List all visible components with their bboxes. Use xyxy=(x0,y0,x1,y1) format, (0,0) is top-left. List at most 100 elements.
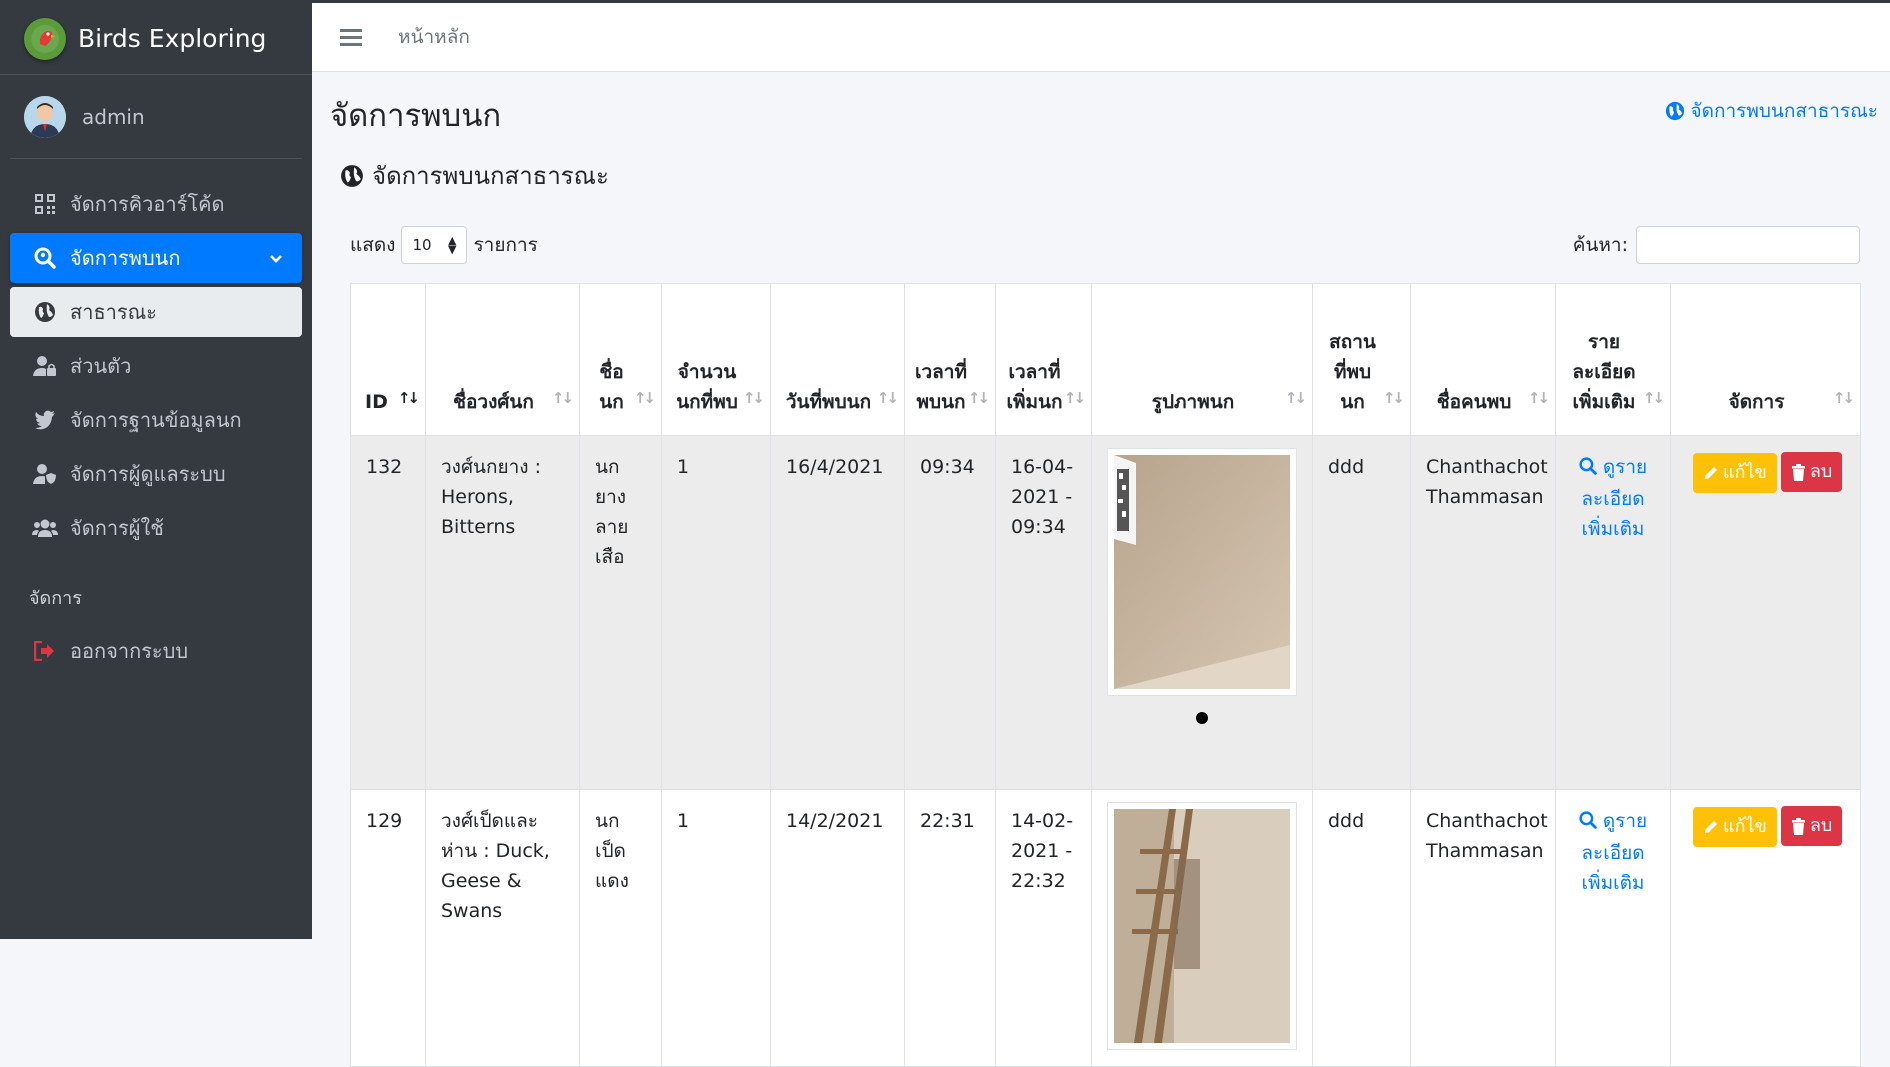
sidebar-item-bird-database[interactable]: จัดการฐานข้อมูลนก xyxy=(10,395,302,445)
top-navbar: หน้าหลัก xyxy=(312,0,1890,72)
cell-finder: Chanthachot Thammasan xyxy=(1410,435,1556,790)
cell-bird: นกยางลายเสือ xyxy=(579,435,662,790)
cell-time: 09:34 xyxy=(904,435,996,790)
search-label: ค้นหา: xyxy=(1572,234,1628,256)
delete-button[interactable]: ลบ xyxy=(1780,806,1843,846)
users-icon xyxy=(32,515,58,541)
column-header[interactable]: ชื่อนก ↑↓ xyxy=(579,283,662,436)
bird-photo[interactable] xyxy=(1107,448,1297,696)
breadcrumb-label: จัดการพบนกสาธารณะ xyxy=(1690,100,1879,122)
user-lock-icon xyxy=(32,353,58,379)
sign-out-icon xyxy=(32,638,58,664)
main-content: จัดการพบนก จัดการพบนกสาธารณะ จัดการพบนกส… xyxy=(312,72,1890,1067)
cell-date: 14/2/2021 xyxy=(770,789,905,1067)
card-title-label: จัดการพบนกสาธารณะ xyxy=(372,162,609,190)
cell-count: 1 xyxy=(661,435,771,790)
sidebar-item-bird-sightings[interactable]: จัดการพบนก xyxy=(10,233,302,283)
column-header[interactable]: ชื่อคนพบ ↑↓ xyxy=(1410,283,1556,436)
show-label: แสดง xyxy=(350,234,396,256)
edit-button[interactable]: แก้ไข xyxy=(1693,806,1777,847)
page-size-control: แสดง 10 ▲ ▼ รายการ xyxy=(350,226,538,264)
globe-icon xyxy=(1665,101,1685,121)
sort-icon: ↑↓ xyxy=(1382,389,1405,407)
sidebar-item-admins[interactable]: จัดการผู้ดูแลระบบ xyxy=(10,449,302,499)
globe-icon xyxy=(32,299,58,325)
cell-id: 129 xyxy=(350,789,426,1067)
sort-icon: ↑↓ xyxy=(1527,389,1550,407)
cell-photo xyxy=(1091,789,1313,1067)
sidebar: Birds Exploring admin จัดการคิวอาร์โค้ด … xyxy=(0,0,312,939)
search-icon xyxy=(1579,454,1597,484)
table-header-row: ID ↑↓ ชื่อวงศ์นก ↑↓ ชื่อนก ↑↓ จำนวนนกที่พบ ↑… xyxy=(350,283,1861,436)
parrot-logo-icon xyxy=(24,17,66,60)
user-panel[interactable]: admin xyxy=(10,75,302,159)
cell-bird: นกเป็ดแดง xyxy=(579,789,662,1067)
sidebar-item-qrcode[interactable]: จัดการคิวอาร์โค้ด xyxy=(10,179,302,229)
table-row: 132 วงศ์นกยาง : Herons, Bitterns นกยางลา… xyxy=(350,435,1861,790)
trash-icon xyxy=(1791,817,1805,835)
sidebar-item-label: สาธารณะ xyxy=(70,300,157,324)
carousel-indicator[interactable] xyxy=(1196,712,1208,724)
pencil-icon xyxy=(1705,820,1717,833)
page-title: จัดการพบนก xyxy=(330,98,502,134)
search-location-icon xyxy=(32,245,58,271)
edit-button[interactable]: แก้ไข xyxy=(1693,452,1777,493)
view-details-link[interactable]: ดูรายละเอียดเพิ่มเติม xyxy=(1571,452,1655,544)
search-input[interactable] xyxy=(1636,226,1860,264)
column-header[interactable]: จำนวนนกที่พบ ↑↓ xyxy=(661,283,771,436)
cell-actions: แก้ไข ลบ xyxy=(1670,435,1861,790)
sidebar-item-logout[interactable]: ออกจากระบบ xyxy=(10,626,302,676)
column-header[interactable]: เวลาที่เพิ่มนก ↑↓ xyxy=(995,283,1092,436)
cell-added: 16-04-2021 - 09:34 xyxy=(995,435,1092,790)
cell-count: 1 xyxy=(661,789,771,1067)
sidebar-item-label: จัดการผู้ดูแลระบบ xyxy=(70,462,226,486)
sort-icon: ↑↓ xyxy=(551,389,574,407)
menu-toggle-icon[interactable] xyxy=(340,25,362,50)
sidebar-item-private[interactable]: ส่วนตัว xyxy=(10,341,302,391)
sidebar-section-header: จัดการ xyxy=(29,588,82,609)
trash-icon xyxy=(1791,463,1805,481)
avatar xyxy=(24,95,66,138)
sidebar-item-users[interactable]: จัดการผู้ใช้ xyxy=(10,503,302,553)
search-icon xyxy=(1579,808,1597,838)
sightings-table: ID ↑↓ ชื่อวงศ์นก ↑↓ ชื่อนก ↑↓ จำนวนนกที่พบ ↑… xyxy=(350,283,1861,1067)
user-shield-icon xyxy=(32,461,58,487)
cell-actions: แก้ไข ลบ xyxy=(1670,789,1861,1067)
sidebar-item-label: จัดการฐานข้อมูลนก xyxy=(70,408,242,432)
sidebar-item-label: จัดการคิวอาร์โค้ด xyxy=(70,192,225,216)
column-header[interactable]: รายละเอียดเพิ่มเติม ↑↓ xyxy=(1555,283,1671,436)
column-header[interactable]: เวลาที่พบนก ↑↓ xyxy=(904,283,996,436)
brand-link[interactable]: Birds Exploring xyxy=(0,3,312,75)
sort-icon: ↑↓ xyxy=(1284,389,1307,407)
cell-family: วงศ์นกยาง : Herons, Bitterns xyxy=(425,435,580,790)
sort-icon: ↑↓ xyxy=(1063,389,1086,407)
cell-time: 22:31 xyxy=(904,789,996,1067)
column-header[interactable]: วันที่พบนก ↑↓ xyxy=(770,283,905,436)
sidebar-item-public[interactable]: สาธารณะ xyxy=(10,287,302,337)
brand-name: Birds Exploring xyxy=(78,24,267,53)
sort-select-icon: ▲ ▼ xyxy=(448,234,457,256)
cell-photo xyxy=(1091,435,1313,790)
sort-icon: ↑↓ xyxy=(1832,389,1855,407)
delete-button[interactable]: ลบ xyxy=(1780,452,1843,492)
cell-added: 14-02-2021 - 22:32 xyxy=(995,789,1092,1067)
column-header[interactable]: ID ↑↓ xyxy=(350,283,426,436)
cell-id: 132 xyxy=(350,435,426,790)
sort-desc-icon: ↑↓ xyxy=(397,389,420,407)
page-size-select[interactable]: 10 ▲ ▼ xyxy=(401,226,468,264)
column-header[interactable]: รูปภาพนก ↑↓ xyxy=(1091,283,1313,436)
edit-label: แก้ไข xyxy=(1723,815,1767,837)
column-header[interactable]: จัดการ ↑↓ xyxy=(1670,283,1861,436)
sort-icon: ↑↓ xyxy=(876,389,899,407)
view-details-link[interactable]: ดูรายละเอียดเพิ่มเติม xyxy=(1571,806,1655,898)
breadcrumb-link[interactable]: จัดการพบนกสาธารณะ xyxy=(1665,96,1879,126)
user-name: admin xyxy=(82,104,145,129)
home-link[interactable]: หน้าหลัก xyxy=(398,22,470,52)
column-header[interactable]: สถานที่พบนก ↑↓ xyxy=(1312,283,1411,436)
column-header[interactable]: ชื่อวงศ์นก ↑↓ xyxy=(425,283,580,436)
sort-icon: ↑↓ xyxy=(1642,389,1665,407)
globe-icon xyxy=(340,164,372,188)
sidebar-item-label: ส่วนตัว xyxy=(70,354,132,378)
cell-place: ddd xyxy=(1312,789,1411,1067)
bird-photo[interactable] xyxy=(1107,802,1297,1050)
